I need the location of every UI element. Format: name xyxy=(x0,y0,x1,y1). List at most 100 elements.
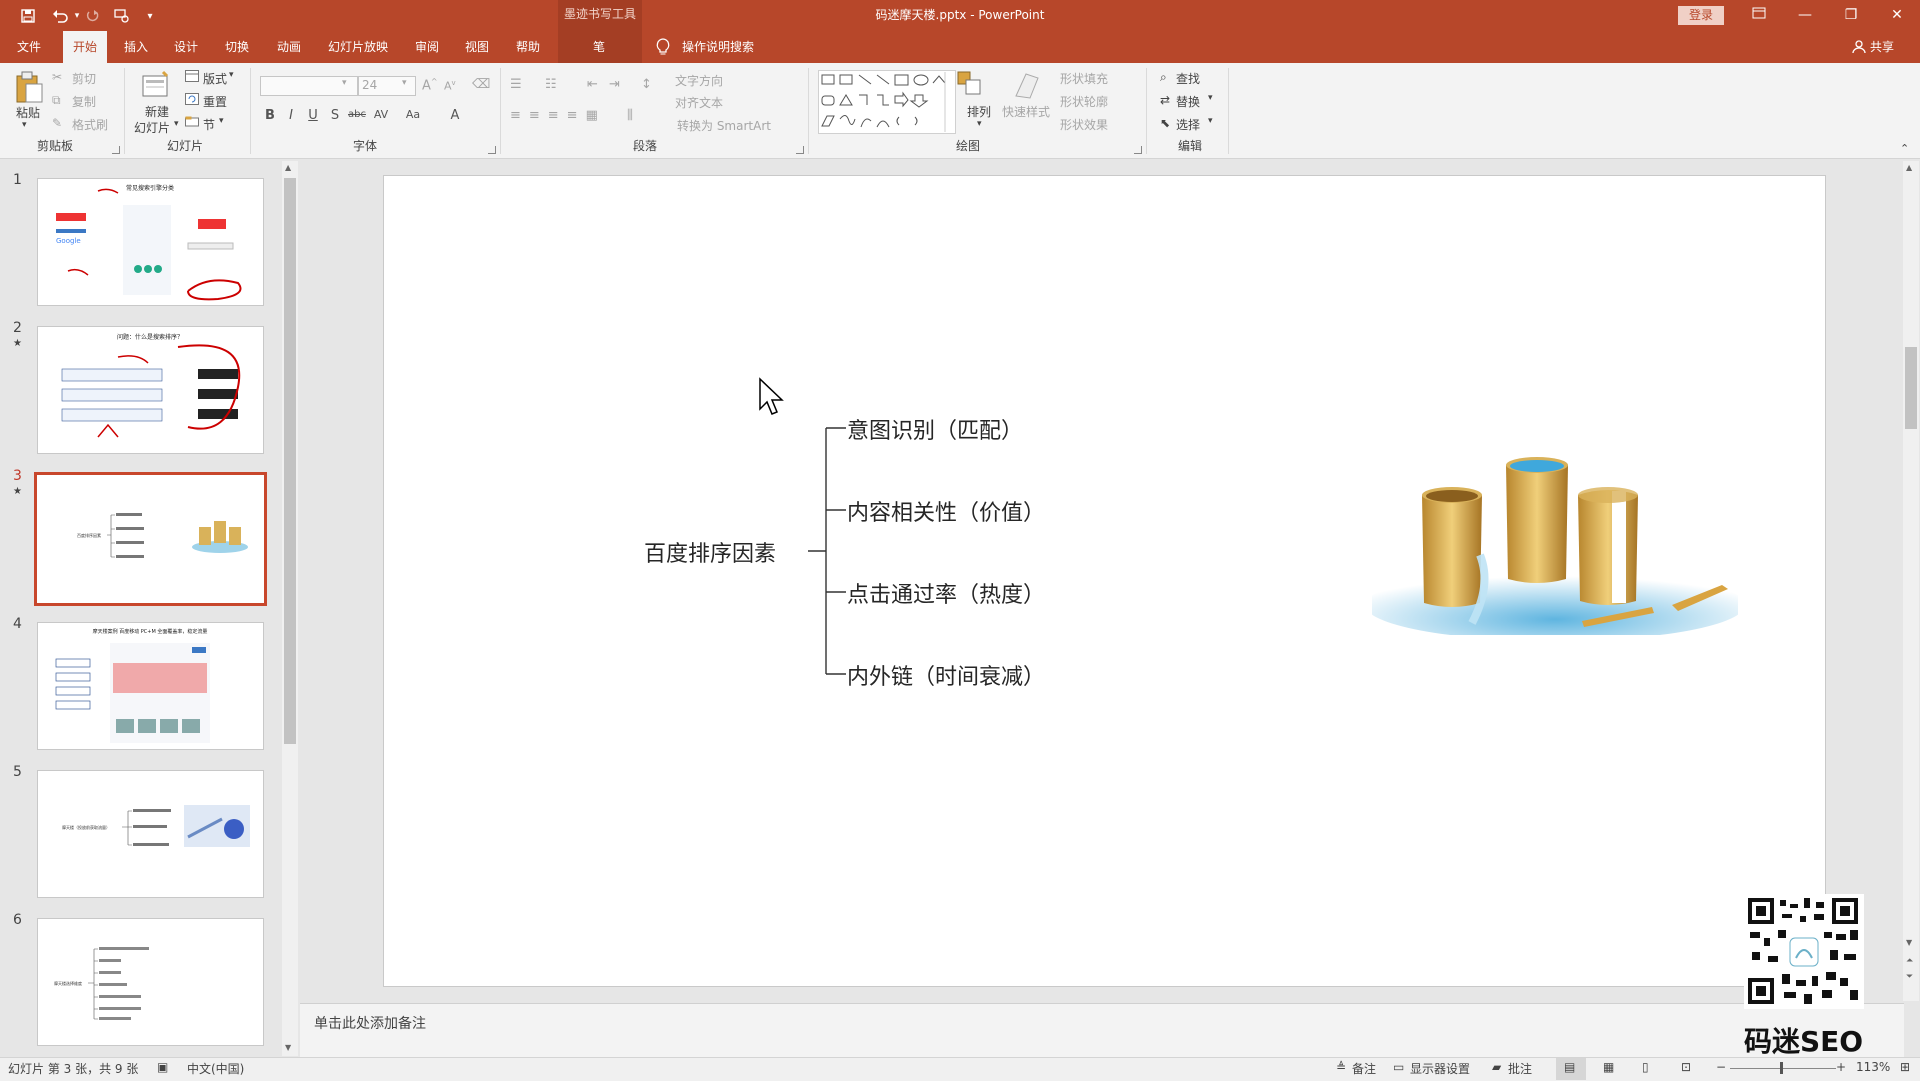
replace-button[interactable]: 替换 xyxy=(1176,93,1200,110)
notes-pane[interactable] xyxy=(300,1003,1904,1057)
slide-scroll-up-arrow[interactable]: ▲ xyxy=(1906,163,1912,172)
shapes-gallery[interactable] xyxy=(818,70,956,134)
new-slide-icon[interactable] xyxy=(141,70,171,103)
thumbnail-scroll-thumb[interactable] xyxy=(284,178,296,744)
comments-icon[interactable]: ▰ xyxy=(1492,1060,1501,1074)
paragraph-dialog-launcher[interactable] xyxy=(796,146,804,154)
font-size-dropdown-icon[interactable]: ▾ xyxy=(402,78,407,88)
text-direction-button[interactable]: 文字方向 xyxy=(675,72,723,89)
section-dropdown-icon[interactable]: ▾ xyxy=(219,116,224,126)
previous-slide-icon[interactable]: ⏶ xyxy=(1906,956,1913,966)
reset-button[interactable]: 重置 xyxy=(203,93,227,110)
section-icon[interactable] xyxy=(185,116,199,131)
numbering-icon[interactable]: ☷ xyxy=(545,77,557,92)
quick-styles-button[interactable]: 快速样式 xyxy=(1002,103,1050,120)
wooden-buckets-image[interactable] xyxy=(1365,455,1745,641)
save-icon[interactable] xyxy=(18,6,38,26)
language-indicator[interactable]: 中文(中国) xyxy=(187,1060,244,1077)
touch-mode-icon[interactable] xyxy=(112,6,132,26)
tab-home[interactable]: 开始 xyxy=(63,31,107,63)
format-painter-button[interactable]: 格式刷 xyxy=(72,116,108,133)
columns-icon[interactable]: ⫼ xyxy=(627,108,633,123)
font-dialog-launcher[interactable] xyxy=(488,146,496,154)
tab-design[interactable]: 设计 xyxy=(165,31,207,63)
restore-icon[interactable]: ❐ xyxy=(1828,0,1874,31)
close-icon[interactable]: ✕ xyxy=(1874,0,1920,31)
slide-scroll-thumb[interactable] xyxy=(1905,347,1917,429)
align-text-button[interactable]: 对齐文本 xyxy=(675,94,723,111)
mindmap-branch-intent[interactable]: 意图识别（匹配） xyxy=(847,413,1023,445)
cut-icon[interactable]: ✂ xyxy=(52,70,62,84)
change-case-icon[interactable]: Aa xyxy=(404,108,422,121)
font-name-dropdown-icon[interactable]: ▾ xyxy=(342,78,347,88)
new-slide-label-line2[interactable]: 幻灯片 xyxy=(134,119,170,136)
slide-thumbnail-1[interactable]: 常见搜索引擎分类 Google xyxy=(37,178,264,306)
slide-thumbnail-6[interactable]: 摩天楼选择维度 xyxy=(37,918,264,1046)
replace-icon[interactable]: ⇄ xyxy=(1160,93,1170,107)
scroll-down-arrow[interactable]: ▼ xyxy=(285,1043,291,1052)
tab-review[interactable]: 审阅 xyxy=(406,31,448,63)
decrease-font-size-icon[interactable]: Av xyxy=(444,79,456,93)
slide-scrollbar[interactable] xyxy=(1903,161,1919,1001)
select-dropdown-icon[interactable]: ▾ xyxy=(1208,116,1213,126)
italic-icon[interactable]: I xyxy=(282,108,300,123)
tab-slideshow[interactable]: 幻灯片放映 xyxy=(320,31,396,63)
select-button[interactable]: 选择 xyxy=(1176,116,1200,133)
tab-pen[interactable]: 笔 xyxy=(578,31,620,63)
quick-styles-icon[interactable] xyxy=(1012,70,1042,103)
tab-file[interactable]: 文件 xyxy=(8,31,50,63)
tab-help[interactable]: 帮助 xyxy=(507,31,549,63)
character-spacing-icon[interactable]: AV xyxy=(372,108,390,121)
zoom-out-icon[interactable]: − xyxy=(1716,1060,1726,1074)
ribbon-display-options-icon[interactable] xyxy=(1736,0,1782,31)
zoom-slider-track[interactable] xyxy=(1730,1068,1836,1069)
bullets-icon[interactable]: ☰ xyxy=(510,77,522,92)
increase-font-size-icon[interactable]: A^ xyxy=(422,77,438,93)
arrange-icon[interactable] xyxy=(956,70,984,101)
arrange-button[interactable]: 排列 xyxy=(967,103,991,120)
spell-check-icon[interactable]: ▣ xyxy=(157,1060,168,1074)
line-spacing-icon[interactable]: ↕ xyxy=(641,77,652,92)
shape-outline-button[interactable]: 形状轮廓 xyxy=(1060,93,1108,110)
tab-view[interactable]: 视图 xyxy=(456,31,498,63)
new-slide-dropdown-icon[interactable]: ▾ xyxy=(174,119,179,129)
clipboard-dialog-launcher[interactable] xyxy=(112,146,120,154)
underline-icon[interactable]: U xyxy=(304,108,322,123)
slide-scroll-down-arrow[interactable]: ▼ xyxy=(1906,938,1912,947)
tab-animations[interactable]: 动画 xyxy=(268,31,310,63)
increase-indent-icon[interactable]: ⇥ xyxy=(609,77,620,92)
minimize-icon[interactable]: — xyxy=(1782,0,1828,31)
convert-smartart-button[interactable]: 转换为 SmartArt xyxy=(677,117,771,134)
customize-toolbar-icon[interactable]: ▾ xyxy=(140,6,160,26)
layout-icon[interactable] xyxy=(185,70,199,85)
bold-icon[interactable]: B xyxy=(261,108,279,123)
clear-formatting-icon[interactable]: ⌫ xyxy=(472,77,490,92)
notes-placeholder[interactable]: 单击此处添加备注 xyxy=(314,1013,426,1033)
alignment-icons[interactable]: ≡≡≡≡▦ xyxy=(510,108,606,123)
tab-insert[interactable]: 插入 xyxy=(115,31,157,63)
find-button[interactable]: 查找 xyxy=(1176,70,1200,87)
scroll-up-arrow[interactable]: ▲ xyxy=(285,163,291,172)
slide-sorter-icon[interactable]: ▦ xyxy=(1603,1060,1614,1074)
layout-button[interactable]: 版式 xyxy=(203,70,227,87)
strikethrough-icon[interactable]: abc xyxy=(348,109,366,120)
tab-transitions[interactable]: 切换 xyxy=(216,31,258,63)
zoom-slider-thumb[interactable] xyxy=(1780,1062,1783,1074)
fit-to-window-icon[interactable]: ⊞ xyxy=(1900,1060,1910,1074)
login-button[interactable]: 登录 xyxy=(1678,6,1724,25)
copy-button[interactable]: 复制 xyxy=(72,93,96,110)
redo-icon[interactable] xyxy=(83,6,103,26)
section-button[interactable]: 节 xyxy=(203,116,215,133)
normal-view-icon[interactable]: ▤ xyxy=(1564,1060,1575,1074)
slide-thumbnail-5[interactable]: 摩天楼（投放前获取流量） xyxy=(37,770,264,898)
paste-icon[interactable] xyxy=(14,70,44,107)
text-shadow-icon[interactable]: S xyxy=(326,108,344,123)
tell-me-search[interactable]: 操作说明搜索 xyxy=(682,31,754,63)
slide-thumbnail-3[interactable]: 百度排序因素 xyxy=(34,472,267,606)
copy-icon[interactable]: ⧉ xyxy=(52,93,61,108)
comments-button[interactable]: 批注 xyxy=(1508,1060,1532,1077)
paste-dropdown-icon[interactable]: ▾ xyxy=(22,120,27,130)
slideshow-view-icon[interactable]: ⊡ xyxy=(1681,1060,1691,1074)
cut-button[interactable]: 剪切 xyxy=(72,70,96,87)
slide-thumbnail-2[interactable]: 问题：什么是搜索排序？ xyxy=(37,326,264,454)
